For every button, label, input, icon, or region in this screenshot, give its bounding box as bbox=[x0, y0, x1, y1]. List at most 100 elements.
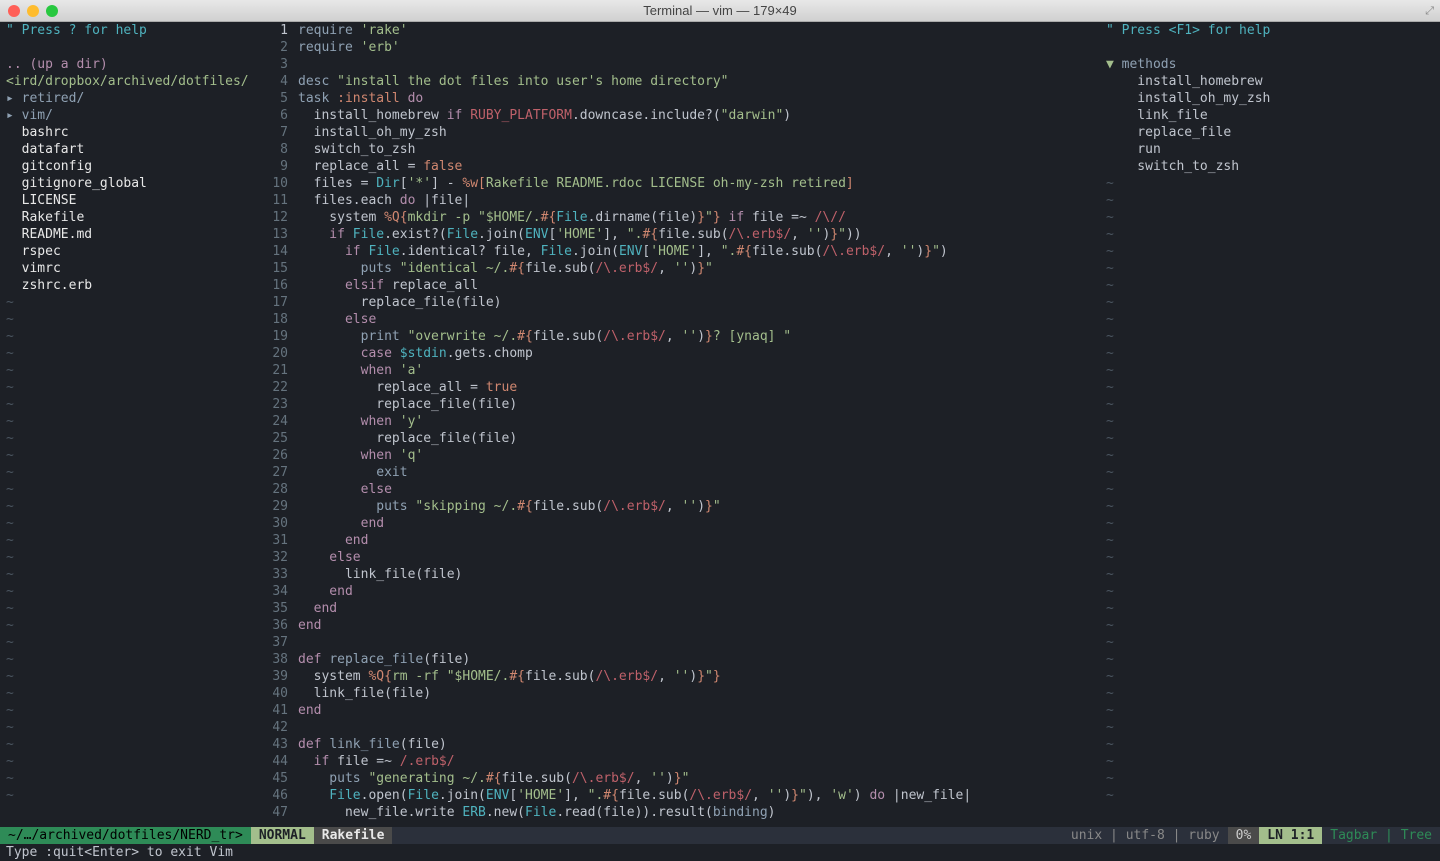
nerdtree-item[interactable]: ▸ vim/ bbox=[0, 107, 248, 124]
command-line[interactable]: Type :quit<Enter> to exit Vim bbox=[0, 844, 1440, 861]
code-line[interactable]: 23 replace_file(file) bbox=[248, 396, 1100, 413]
empty-line-tilde: ~ bbox=[1100, 651, 1440, 668]
code-line[interactable]: 35 end bbox=[248, 600, 1100, 617]
code-line[interactable]: 21 when 'a' bbox=[248, 362, 1100, 379]
nerdtree-updir[interactable]: .. (up a dir) bbox=[0, 56, 248, 73]
nerdtree-item[interactable]: Rakefile bbox=[0, 209, 248, 226]
empty-line-tilde: ~ bbox=[1100, 226, 1440, 243]
status-right: Tagbar | Tree bbox=[1322, 827, 1440, 844]
tagbar-method[interactable]: run bbox=[1100, 141, 1440, 158]
code-line[interactable]: 45 puts "generating ~/.#{file.sub(/\.erb… bbox=[248, 770, 1100, 787]
nerdtree-item[interactable]: rspec bbox=[0, 243, 248, 260]
tagbar-method[interactable]: link_file bbox=[1100, 107, 1440, 124]
code-line[interactable]: 17 replace_file(file) bbox=[248, 294, 1100, 311]
nerdtree-item[interactable]: README.md bbox=[0, 226, 248, 243]
empty-line-tilde: ~ bbox=[1100, 719, 1440, 736]
empty-line-tilde: ~ bbox=[0, 430, 248, 447]
nerdtree-item[interactable]: gitignore_global bbox=[0, 175, 248, 192]
nerdtree-item[interactable]: bashrc bbox=[0, 124, 248, 141]
code-line[interactable]: 39 system %Q{rm -rf "$HOME/.#{file.sub(/… bbox=[248, 668, 1100, 685]
nerdtree-item[interactable]: zshrc.erb bbox=[0, 277, 248, 294]
code-line[interactable]: 36end bbox=[248, 617, 1100, 634]
maximize-icon[interactable]: ⤢ bbox=[1425, 4, 1434, 18]
code-line[interactable]: 2require 'erb' bbox=[248, 39, 1100, 56]
code-line[interactable]: 27 exit bbox=[248, 464, 1100, 481]
window-title: Terminal — vim — 179×49 bbox=[643, 3, 797, 18]
empty-line-tilde: ~ bbox=[1100, 345, 1440, 362]
code-line[interactable]: 37 bbox=[248, 634, 1100, 651]
empty-line-tilde: ~ bbox=[1100, 430, 1440, 447]
code-line[interactable]: 7 install_oh_my_zsh bbox=[248, 124, 1100, 141]
empty-line-tilde: ~ bbox=[1100, 583, 1440, 600]
empty-line-tilde: ~ bbox=[0, 311, 248, 328]
empty-line-tilde: ~ bbox=[0, 600, 248, 617]
nerdtree-item[interactable]: LICENSE bbox=[0, 192, 248, 209]
nerdtree-item[interactable]: gitconfig bbox=[0, 158, 248, 175]
code-line[interactable]: 34 end bbox=[248, 583, 1100, 600]
code-line[interactable]: 29 puts "skipping ~/.#{file.sub(/\.erb$/… bbox=[248, 498, 1100, 515]
code-line[interactable]: 15 puts "identical ~/.#{file.sub(/\.erb$… bbox=[248, 260, 1100, 277]
empty-line-tilde: ~ bbox=[0, 396, 248, 413]
code-line[interactable]: 13 if File.exist?(File.join(ENV['HOME'],… bbox=[248, 226, 1100, 243]
code-line[interactable]: 14 if File.identical? file, File.join(EN… bbox=[248, 243, 1100, 260]
code-line[interactable]: 12 system %Q{mkdir -p "$HOME/.#{File.dir… bbox=[248, 209, 1100, 226]
empty-line-tilde: ~ bbox=[0, 702, 248, 719]
code-line[interactable]: 1require 'rake' bbox=[248, 22, 1100, 39]
code-line[interactable]: 30 end bbox=[248, 515, 1100, 532]
code-line[interactable]: 22 replace_all = true bbox=[248, 379, 1100, 396]
empty-line-tilde: ~ bbox=[1100, 515, 1440, 532]
empty-line-tilde: ~ bbox=[0, 753, 248, 770]
code-line[interactable]: 11 files.each do |file| bbox=[248, 192, 1100, 209]
empty-line-tilde: ~ bbox=[0, 532, 248, 549]
code-line[interactable]: 28 else bbox=[248, 481, 1100, 498]
tagbar-method[interactable]: switch_to_zsh bbox=[1100, 158, 1440, 175]
code-line[interactable]: 16 elsif replace_all bbox=[248, 277, 1100, 294]
code-line[interactable]: 26 when 'q' bbox=[248, 447, 1100, 464]
code-line[interactable]: 4desc "install the dot files into user's… bbox=[248, 73, 1100, 90]
code-line[interactable]: 32 else bbox=[248, 549, 1100, 566]
code-line[interactable]: 44 if file =~ /.erb$/ bbox=[248, 753, 1100, 770]
titlebar[interactable]: Terminal — vim — 179×49 ⤢ bbox=[0, 0, 1440, 22]
code-line[interactable]: 31 end bbox=[248, 532, 1100, 549]
nerdtree-pane[interactable]: " Press ? for help .. (up a dir) <ird/dr… bbox=[0, 22, 248, 827]
empty-line-tilde: ~ bbox=[1100, 702, 1440, 719]
code-line[interactable]: 43def link_file(file) bbox=[248, 736, 1100, 753]
zoom-button[interactable] bbox=[46, 5, 58, 17]
tagbar-method[interactable]: install_oh_my_zsh bbox=[1100, 90, 1440, 107]
code-line[interactable]: 24 when 'y' bbox=[248, 413, 1100, 430]
tagbar-method[interactable]: replace_file bbox=[1100, 124, 1440, 141]
empty-line-tilde: ~ bbox=[0, 294, 248, 311]
nerdtree-item[interactable]: vimrc bbox=[0, 260, 248, 277]
code-line[interactable]: 10 files = Dir['*'] - %w[Rakefile README… bbox=[248, 175, 1100, 192]
editor-pane[interactable]: 1require 'rake'2require 'erb'34desc "ins… bbox=[248, 22, 1100, 827]
empty-line-tilde: ~ bbox=[1100, 753, 1440, 770]
empty-line-tilde: ~ bbox=[0, 379, 248, 396]
code-line[interactable]: 8 switch_to_zsh bbox=[248, 141, 1100, 158]
code-line[interactable]: 20 case $stdin.gets.chomp bbox=[248, 345, 1100, 362]
nerdtree-item[interactable]: datafart bbox=[0, 141, 248, 158]
tagbar-method[interactable]: install_homebrew bbox=[1100, 73, 1440, 90]
code-line[interactable]: 47 new_file.write ERB.new(File.read(file… bbox=[248, 804, 1100, 821]
code-line[interactable]: 19 print "overwrite ~/.#{file.sub(/\.erb… bbox=[248, 328, 1100, 345]
code-line[interactable]: 42 bbox=[248, 719, 1100, 736]
code-line[interactable]: 9 replace_all = false bbox=[248, 158, 1100, 175]
minimize-button[interactable] bbox=[27, 5, 39, 17]
code-line[interactable]: 5task :install do bbox=[248, 90, 1100, 107]
tagbar-section[interactable]: ▼ methods bbox=[1100, 56, 1440, 73]
code-line[interactable]: 18 else bbox=[248, 311, 1100, 328]
code-line[interactable]: 41end bbox=[248, 702, 1100, 719]
code-line[interactable]: 40 link_file(file) bbox=[248, 685, 1100, 702]
empty-line-tilde: ~ bbox=[0, 634, 248, 651]
code-line[interactable]: 25 replace_file(file) bbox=[248, 430, 1100, 447]
status-file: Rakefile bbox=[314, 827, 393, 844]
code-line[interactable]: 46 File.open(File.join(ENV['HOME'], ".#{… bbox=[248, 787, 1100, 804]
empty-line-tilde: ~ bbox=[1100, 328, 1440, 345]
code-line[interactable]: 33 link_file(file) bbox=[248, 566, 1100, 583]
code-line[interactable]: 6 install_homebrew if RUBY_PLATFORM.down… bbox=[248, 107, 1100, 124]
nerdtree-item[interactable]: ▸ retired/ bbox=[0, 90, 248, 107]
close-button[interactable] bbox=[8, 5, 20, 17]
tagbar-pane[interactable]: " Press <F1> for help ▼ methods install_… bbox=[1100, 22, 1440, 827]
code-line[interactable]: 38def replace_file(file) bbox=[248, 651, 1100, 668]
empty-line-tilde: ~ bbox=[0, 481, 248, 498]
code-line[interactable]: 3 bbox=[248, 56, 1100, 73]
